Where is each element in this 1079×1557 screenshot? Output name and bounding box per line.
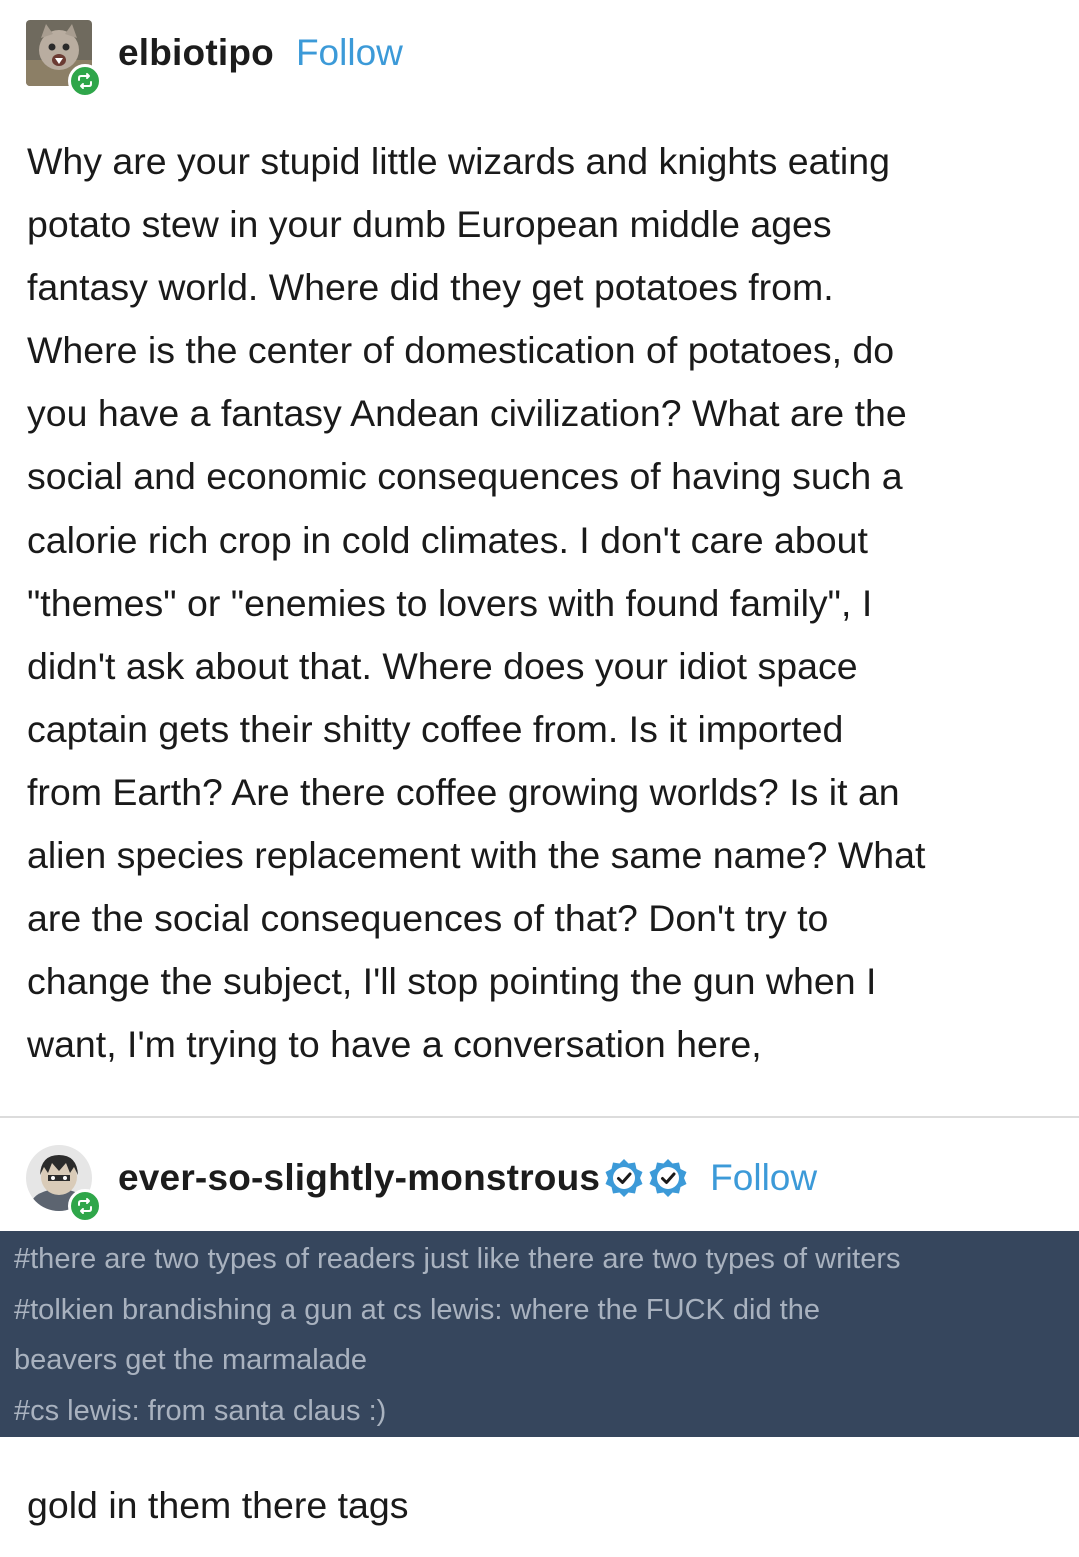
- tag-link[interactable]: #cs lewis: from santa claus :): [14, 1386, 1065, 1437]
- post2-username[interactable]: ever-so-slightly-monstrous: [118, 1157, 600, 1199]
- verified-badges: [602, 1156, 690, 1200]
- post1-body-line: from Earth? Are there coffee growing wor…: [27, 770, 900, 813]
- reblog-icon: [68, 1189, 102, 1223]
- post1-body-line: Why are your stupid little wizards and k…: [27, 140, 890, 182]
- post1-body-line: alien species replacement with the same …: [27, 834, 926, 877]
- verified-checkmark-icon: [605, 1159, 643, 1197]
- post2-follow-button[interactable]: Follow: [710, 1157, 817, 1199]
- tag-link[interactable]: #tolkien brandishing a gun at cs lewis: …: [14, 1285, 1065, 1336]
- reply-text: gold in them there tags: [27, 1484, 409, 1526]
- post1-body-line: change the subject, I'll stop pointing t…: [27, 960, 877, 1003]
- post1-body-line: want, I'm trying to have a conversation …: [27, 1023, 762, 1066]
- post1-body-line: fantasy world. Where did they get potato…: [27, 266, 834, 309]
- post1-body-line: calorie rich crop in cold climates. I do…: [27, 518, 868, 561]
- post1-body-line: you have a fantasy Andean civilization? …: [27, 392, 907, 435]
- post1-username[interactable]: elbiotipo: [118, 32, 274, 74]
- post1-body-line: are the social consequences of that? Don…: [27, 897, 829, 940]
- post1-follow-button[interactable]: Follow: [296, 32, 403, 74]
- post2-avatar-wrap[interactable]: [26, 1145, 102, 1223]
- post2-header: ever-so-slightly-monstrous Follow: [26, 1145, 817, 1223]
- post1-body-line: didn't ask about that. Where does your i…: [27, 644, 858, 687]
- tag-link-continuation[interactable]: beavers get the marmalade: [14, 1335, 1065, 1386]
- post1-body-line: potato stew in your dumb European middle…: [27, 203, 832, 246]
- post1-avatar-wrap[interactable]: [26, 20, 102, 98]
- post1-body-line: social and economic consequences of havi…: [27, 455, 903, 498]
- post1-body-line: captain gets their shitty coffee from. I…: [27, 707, 844, 750]
- post1-body-line: Where is the center of domestication of …: [27, 329, 895, 372]
- tag-link[interactable]: #there are two types of readers just lik…: [14, 1234, 1065, 1285]
- post1-body: Why are your stupid little wizards and k…: [27, 130, 1067, 1076]
- post1-header: elbiotipo Follow: [26, 20, 403, 98]
- tags-box: #there are two types of readers just lik…: [0, 1231, 1079, 1437]
- verified-checkmark-icon: [649, 1159, 687, 1197]
- reblog-icon: [68, 64, 102, 98]
- post-divider: [0, 1116, 1079, 1118]
- post1-body-line: "themes" or "enemies to lovers with foun…: [27, 581, 873, 624]
